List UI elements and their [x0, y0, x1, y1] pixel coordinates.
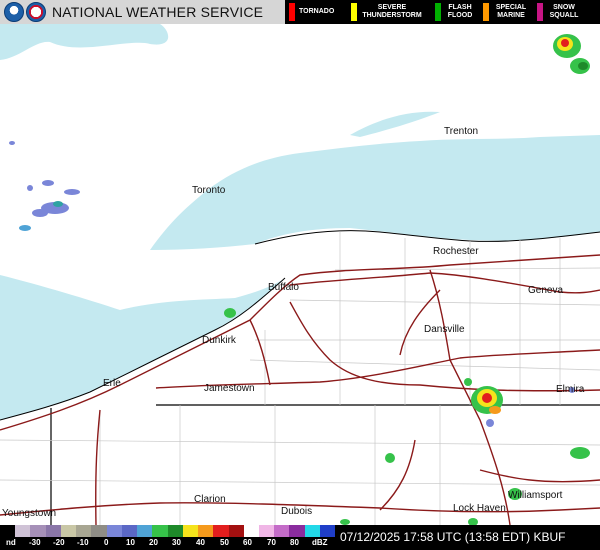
- tick-label: 50: [220, 538, 229, 547]
- header-bar: NATIONAL WEATHER SERVICE TORNADO SEVERE …: [0, 0, 600, 24]
- legend-item-flash-flood: FLASH FLOOD: [431, 0, 479, 24]
- tick-label: nd: [6, 538, 16, 547]
- echo-cell-lake-erie: [224, 308, 236, 318]
- legend-label-flash-flood: FLASH FLOOD: [447, 4, 473, 19]
- radar-map-view: Trenton Toronto Rochester Buffalo Geneva…: [0, 0, 600, 550]
- noaa-logo-icon: [4, 2, 24, 22]
- reflectivity-scale: nd -30 -20 -10 0 10 20 30 40 50 60 70 80…: [0, 525, 336, 550]
- city-label-erie: Erie: [103, 378, 121, 389]
- tick-label: -30: [29, 538, 41, 547]
- legend-swatch-special-marine: [483, 3, 489, 21]
- radar-map[interactable]: [0, 0, 600, 550]
- river-ottawa: [350, 111, 440, 137]
- tick-label: 20: [149, 538, 158, 547]
- city-label-buffalo: Buffalo: [268, 282, 299, 293]
- reflectivity-tick-labels: nd -30 -20 -10 0 10 20 30 40 50 60 70 80…: [0, 537, 335, 550]
- city-label-youngstown: Youngstown: [2, 508, 57, 519]
- tick-label: -20: [53, 538, 65, 547]
- footer-bar: nd -30 -20 -10 0 10 20 30 40 50 60 70 80…: [0, 525, 600, 550]
- agency-banner[interactable]: NATIONAL WEATHER SERVICE: [0, 0, 285, 24]
- lake-huron: [0, 24, 169, 60]
- city-label-dansville: Dansville: [424, 324, 465, 335]
- city-label-dunkirk: Dunkirk: [202, 335, 236, 346]
- legend-swatch-flash-flood: [435, 3, 441, 21]
- city-label-toronto: Toronto: [192, 185, 226, 196]
- tick-label: 10: [126, 538, 135, 547]
- echo-cell-ne: [553, 34, 590, 74]
- agency-title: NATIONAL WEATHER SERVICE: [52, 4, 264, 20]
- legend-swatch-severe: [351, 3, 357, 21]
- legend-item-special-marine: SPECIAL MARINE: [479, 0, 533, 24]
- city-label-trenton: Trenton: [444, 126, 479, 137]
- city-label-jamestown: Jamestown: [204, 383, 255, 394]
- tick-label: 80: [290, 538, 299, 547]
- city-label-williamsport: Williamsport: [508, 490, 563, 501]
- radar-timestamp: 07/12/2025 17:58 UTC (13:58 EDT) KBUF: [340, 530, 566, 544]
- legend-label-special-marine: SPECIAL MARINE: [495, 4, 527, 19]
- nws-logo-icon: [26, 2, 46, 22]
- tick-label: dBZ: [312, 538, 328, 547]
- echo-cell-west: [9, 141, 80, 231]
- city-label-rochester: Rochester: [433, 246, 479, 257]
- tick-label: 0: [104, 538, 109, 547]
- city-label-dubois: Dubois: [281, 506, 313, 517]
- legend-swatch-tornado: [289, 3, 295, 21]
- tick-label: 40: [196, 538, 205, 547]
- legend-swatch-snow-squall: [537, 3, 543, 21]
- city-label-clarion: Clarion: [194, 494, 226, 505]
- legend-label-tornado: TORNADO: [299, 8, 335, 15]
- tick-label: 60: [243, 538, 252, 547]
- warning-legend: TORNADO SEVERE THUNDERSTORM FLASH FLOOD …: [285, 0, 600, 24]
- legend-label-severe: SEVERE THUNDERSTORM: [362, 4, 422, 19]
- legend-item-snow-squall: SNOW SQUALL: [533, 0, 587, 24]
- tick-label: 30: [172, 538, 181, 547]
- lake-erie: [0, 275, 285, 420]
- city-label-geneva: Geneva: [528, 285, 564, 296]
- legend-label-snow-squall: SNOW SQUALL: [549, 4, 579, 19]
- tick-label: 70: [267, 538, 276, 547]
- city-label-elmira: Elmira: [556, 384, 585, 395]
- city-label-lock-haven: Lock Haven: [453, 503, 506, 514]
- legend-item-tornado: TORNADO: [285, 0, 347, 24]
- legend-item-severe-thunderstorm: SEVERE THUNDERSTORM: [347, 0, 431, 24]
- tick-label: -10: [77, 538, 89, 547]
- radar-echoes: [9, 34, 590, 526]
- reflectivity-color-bar: [0, 525, 336, 537]
